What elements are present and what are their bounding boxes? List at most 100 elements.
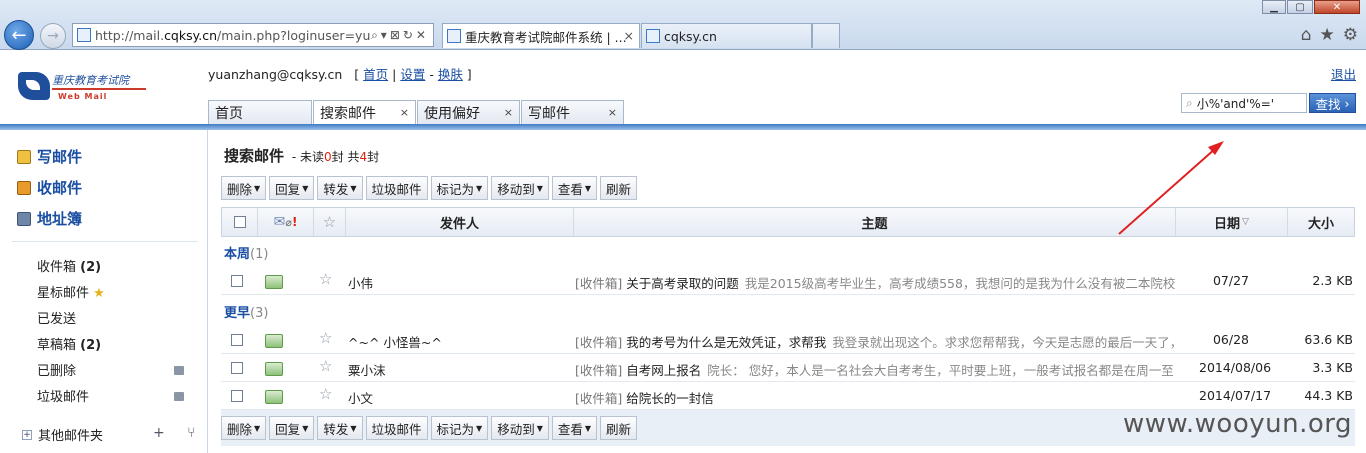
- tab-preferences[interactable]: 使用偏好 ×: [417, 100, 520, 125]
- mark-as-button[interactable]: 标记为 ▼: [430, 416, 489, 440]
- star-column-icon[interactable]: ☆: [314, 208, 346, 236]
- forward-arrow-icon[interactable]: →: [40, 23, 66, 49]
- size: 3.3 KB: [1312, 360, 1353, 375]
- tab-label: 首页: [215, 106, 243, 122]
- close-icon[interactable]: ×: [504, 106, 513, 119]
- skin-link[interactable]: 换肤: [438, 67, 463, 82]
- new-tab-button[interactable]: [812, 23, 840, 48]
- refresh-button[interactable]: 刷新: [600, 176, 638, 200]
- folder-drafts[interactable]: 草稿箱 (2): [37, 334, 101, 353]
- star-icon: ★: [93, 286, 105, 301]
- group-this-week[interactable]: 本周(1): [224, 243, 268, 262]
- compose-link[interactable]: 写邮件: [17, 146, 82, 167]
- minimize-icon[interactable]: ▁: [1262, 0, 1286, 14]
- star-icon[interactable]: ☆: [319, 385, 332, 403]
- sidebar: 写邮件 收邮件 地址簿 收件箱 (2) 星标邮件 ★ 已发送 草稿箱 (2) 已…: [0, 130, 208, 453]
- view-button[interactable]: 查看 ▼: [551, 176, 598, 200]
- expand-icon[interactable]: +: [22, 429, 32, 440]
- favorites-star-icon[interactable]: ★: [1320, 25, 1335, 45]
- forward-button[interactable]: 转发 ▼: [317, 416, 363, 440]
- tab-search-mail[interactable]: 搜索邮件 ×: [313, 100, 416, 125]
- table-row[interactable]: ☆ ^~^ 小怪兽~^ [收件箱] 我的考号为什么是无效凭证，求帮我 我登录就出现…: [221, 326, 1355, 354]
- other-folders[interactable]: + 其他邮件夹: [22, 425, 103, 444]
- maximize-icon[interactable]: ▢: [1287, 0, 1313, 14]
- spam-button[interactable]: 垃圾邮件: [365, 416, 428, 440]
- folder-controls-icon[interactable]: + ⑂: [153, 425, 205, 441]
- subject-cell: [收件箱] 给院长的一封信: [575, 391, 714, 406]
- toolbar-bottom: 删除 ▼ 回复 ▼ 转发 ▼ 垃圾邮件 标记为 ▼ 移动到 ▼ 查看 ▼ 刷新: [221, 416, 638, 440]
- address-controls-icon[interactable]: ⌕▾⊠↻✕: [371, 28, 429, 43]
- delete-button[interactable]: 删除 ▼: [221, 416, 267, 440]
- browser-tab-active[interactable]: 重庆教育考试院邮件系统 | ... ×: [442, 23, 640, 48]
- select-all-checkbox[interactable]: [222, 208, 258, 236]
- row-checkbox[interactable]: [231, 362, 243, 374]
- delete-button[interactable]: 删除 ▼: [221, 176, 267, 200]
- search-button[interactable]: 查找 ›: [1309, 93, 1356, 113]
- move-to-button[interactable]: 移动到 ▼: [491, 416, 549, 440]
- addressbook-link[interactable]: 地址簿: [17, 208, 82, 229]
- browser-tab[interactable]: cqksy.cn: [641, 23, 812, 48]
- date: 07/27: [1212, 273, 1250, 288]
- title-text: 搜索邮件: [224, 147, 285, 165]
- table-row[interactable]: ☆ 小伟 [收件箱] 关于高考录取的问题 我是2015级高考毕业生，高考成绩558…: [221, 267, 1355, 295]
- close-icon[interactable]: ×: [400, 106, 409, 119]
- page-title: 搜索邮件 - 未读0封 共4封: [224, 145, 379, 166]
- move-to-button[interactable]: 移动到 ▼: [491, 176, 549, 200]
- toolbar-top: 删除 ▼ 回复 ▼ 转发 ▼ 垃圾邮件 标记为 ▼ 移动到 ▼ 查看 ▼ 刷新: [221, 176, 638, 200]
- receive-link[interactable]: 收邮件: [17, 177, 82, 198]
- col-subject[interactable]: 主题: [574, 208, 1176, 236]
- folder-deleted[interactable]: 已删除: [37, 360, 76, 379]
- table-row[interactable]: ☆ 粟小沫 [收件箱] 自考网上报名 院长： 您好，本人是一名社会大自考考生，平时…: [221, 354, 1355, 382]
- reply-button[interactable]: 回复 ▼: [269, 416, 315, 440]
- tab-label: 写邮件: [528, 106, 570, 122]
- group-earlier[interactable]: 更早(3): [224, 302, 268, 321]
- settings-link[interactable]: 设置: [400, 67, 425, 82]
- url-domain: cqksy.cn: [164, 27, 218, 43]
- mark-as-button[interactable]: 标记为 ▼: [430, 176, 489, 200]
- inbox-download-icon: [17, 180, 31, 195]
- star-icon[interactable]: ☆: [319, 357, 332, 375]
- address-bar[interactable]: http://mail. cqksy.cn/main.php?loginuser=…: [72, 23, 434, 47]
- browser-tab-label: cqksy.cn: [664, 28, 717, 44]
- row-checkbox[interactable]: [231, 390, 243, 402]
- col-date[interactable]: 日期 ▽: [1176, 208, 1288, 236]
- reply-button[interactable]: 回复 ▼: [269, 176, 315, 200]
- forward-button[interactable]: 转发 ▼: [317, 176, 363, 200]
- back-arrow-icon[interactable]: ←: [4, 20, 34, 50]
- watermark: www.wooyun.org: [1122, 409, 1352, 439]
- tab-label: 搜索邮件: [320, 105, 376, 122]
- close-icon[interactable]: ×: [608, 106, 617, 119]
- folder-spam[interactable]: 垃圾邮件: [37, 386, 89, 405]
- spam-button[interactable]: 垃圾邮件: [365, 176, 428, 200]
- search-icon: ⌕: [1186, 95, 1193, 110]
- folder-inbox[interactable]: 收件箱 (2): [37, 256, 101, 275]
- home-link[interactable]: 首页: [363, 67, 388, 82]
- close-tab-icon[interactable]: ×: [624, 28, 634, 43]
- url-rest: /main.php?loginuser=yu: [217, 27, 371, 43]
- refresh-button[interactable]: 刷新: [600, 416, 638, 440]
- view-button[interactable]: 查看 ▼: [551, 416, 598, 440]
- folder-starred[interactable]: 星标邮件 ★: [37, 282, 105, 301]
- star-icon[interactable]: ☆: [319, 329, 332, 347]
- folder-sent[interactable]: 已发送: [37, 308, 76, 327]
- table-row[interactable]: ☆ 小文 [收件箱] 给院长的一封信 2014/07/17 44.3 KB: [221, 382, 1355, 410]
- home-icon[interactable]: ⌂: [1301, 25, 1312, 45]
- star-icon[interactable]: ☆: [319, 270, 332, 288]
- window-close-icon[interactable]: ✕: [1314, 0, 1360, 14]
- logout-link[interactable]: 退出: [1331, 64, 1356, 83]
- empty-spam-icon[interactable]: [174, 392, 184, 401]
- status-header[interactable]: ✉ ⌀!: [258, 208, 314, 236]
- row-checkbox[interactable]: [231, 275, 243, 287]
- tab-compose[interactable]: 写邮件 ×: [521, 100, 624, 125]
- col-sender[interactable]: 发件人: [346, 208, 574, 236]
- envelope-read-icon: [265, 275, 283, 289]
- folder-name: 垃圾邮件: [37, 390, 90, 405]
- date: 2014/08/06: [1199, 360, 1272, 375]
- col-size[interactable]: 大小: [1288, 208, 1354, 236]
- row-checkbox[interactable]: [231, 334, 243, 346]
- search-input[interactable]: ⌕ 小%'and'%=': [1181, 93, 1307, 113]
- empty-trash-icon[interactable]: [174, 366, 184, 375]
- date: 2014/07/17: [1199, 388, 1272, 403]
- tab-home[interactable]: 首页: [208, 100, 312, 125]
- gear-icon[interactable]: ⚙: [1343, 25, 1358, 45]
